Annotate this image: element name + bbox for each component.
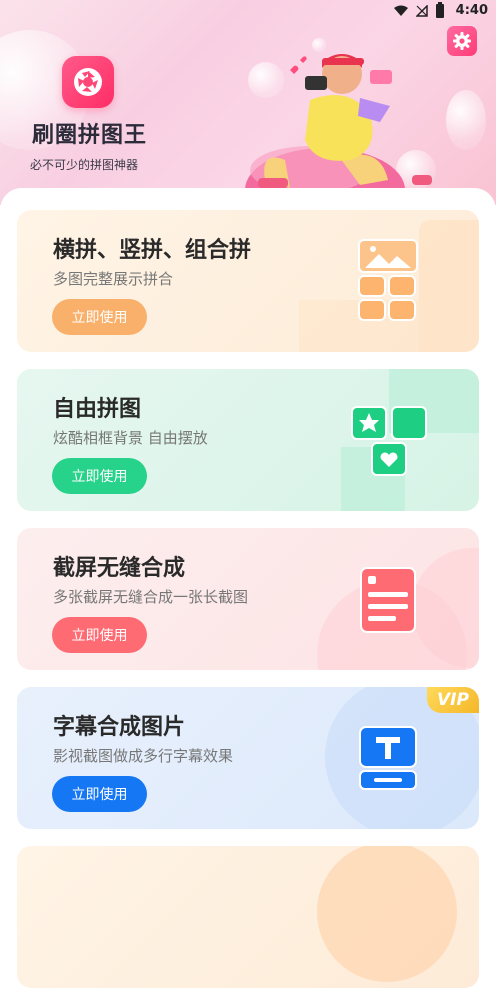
gear-icon [453, 32, 471, 50]
app-title: 刷圈拼图王 [32, 122, 148, 148]
card-title: 截屏无缝合成 [53, 556, 186, 581]
card-subtitle: 炫酷相框背景 自由摆放 [53, 429, 208, 447]
feature-card-free-puzzle[interactable]: 自由拼图 炫酷相框背景 自由摆放 立即使用 [17, 369, 479, 511]
use-now-button[interactable]: 立即使用 [52, 776, 147, 812]
status-bar: 4:40 [0, 0, 496, 24]
card-title: 字幕合成图片 [53, 715, 186, 740]
card-title: 自由拼图 [53, 397, 142, 422]
hero-illustration [245, 54, 432, 200]
free-puzzle-icon [351, 406, 427, 476]
vip-badge: VIP [427, 687, 479, 713]
wifi-icon [394, 5, 408, 16]
card-decoration [317, 846, 457, 982]
feature-card-combine[interactable]: 横拼、竖拼、组合拼 多图完整展示拼合 立即使用 [17, 210, 479, 352]
aperture-icon [74, 68, 102, 96]
use-now-button[interactable]: 立即使用 [52, 299, 147, 335]
card-title: 横拼、竖拼、组合拼 [53, 238, 252, 263]
settings-button[interactable] [447, 26, 477, 56]
app-subtitle: 必不可少的拼图神器 [30, 158, 139, 172]
feature-card-partial[interactable] [17, 846, 479, 988]
subtitle-icon [359, 726, 417, 790]
grid-layout-icon [358, 239, 418, 321]
feature-card-screenshot-merge[interactable]: 截屏无缝合成 多张截屏无缝合成一张长截图 立即使用 [17, 528, 479, 670]
feature-card-subtitle[interactable]: VIP 字幕合成图片 影视截图做成多行字幕效果 立即使用 [17, 687, 479, 829]
no-sim-icon [416, 5, 428, 17]
card-decoration [419, 220, 479, 352]
card-subtitle: 多图完整展示拼合 [53, 270, 174, 288]
card-subtitle: 多张截屏无缝合成一张长截图 [53, 588, 249, 606]
status-icons [394, 2, 444, 18]
use-now-button[interactable]: 立即使用 [52, 617, 147, 653]
screenshot-merge-icon [360, 567, 416, 633]
card-subtitle: 影视截图做成多行字幕效果 [53, 747, 234, 765]
use-now-button[interactable]: 立即使用 [52, 458, 147, 494]
status-time: 4:40 [455, 3, 488, 18]
battery-icon [436, 2, 444, 18]
app-logo [62, 56, 114, 108]
